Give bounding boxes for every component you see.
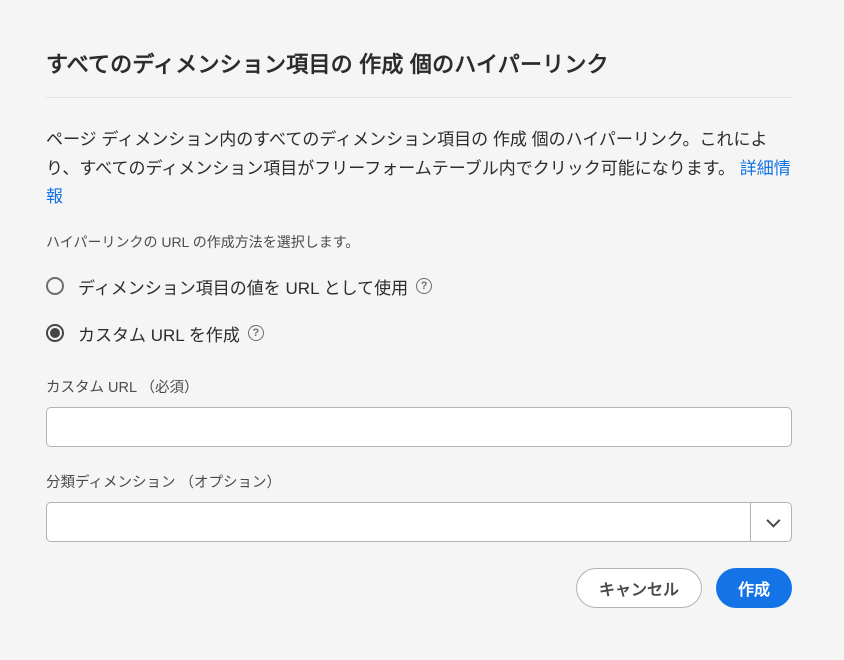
help-icon[interactable]: ?	[248, 325, 264, 341]
custom-url-label: カスタム URL （必須）	[46, 376, 792, 397]
breakdown-dimension-label: 分類ディメンション （オプション）	[46, 471, 792, 492]
url-method-radio-group: ディメンション項目の値を URL として使用 ? カスタム URL を作成 ?	[46, 274, 792, 346]
radio-use-value-as-url[interactable]: ディメンション項目の値を URL として使用 ?	[46, 274, 792, 299]
custom-url-field-block: カスタム URL （必須）	[46, 376, 792, 447]
breakdown-dimension-select[interactable]	[46, 502, 792, 542]
cancel-button[interactable]: キャンセル	[576, 568, 702, 608]
radio-selected-dot	[50, 328, 60, 338]
breakdown-dimension-input[interactable]	[46, 502, 792, 542]
radio-icon	[46, 324, 64, 342]
hyperlink-dialog: すべてのディメンション項目の 作成 個のハイパーリンク ページ ディメンション内…	[46, 47, 792, 566]
breakdown-dimension-field-block: 分類ディメンション （オプション）	[46, 471, 792, 542]
chevron-down-icon	[766, 513, 780, 527]
description-text: ページ ディメンション内のすべてのディメンション項目の 作成 個のハイパーリンク…	[46, 130, 768, 178]
radio-label: カスタム URL を作成	[78, 321, 240, 346]
radio-label: ディメンション項目の値を URL として使用	[78, 274, 408, 299]
divider	[46, 97, 792, 98]
help-icon[interactable]: ?	[416, 278, 432, 294]
custom-url-input[interactable]	[46, 407, 792, 447]
dialog-footer: キャンセル 作成	[46, 568, 792, 608]
create-button[interactable]: 作成	[716, 568, 792, 608]
radio-icon	[46, 277, 64, 295]
dialog-description: ページ ディメンション内のすべてのディメンション項目の 作成 個のハイパーリンク…	[46, 126, 792, 212]
dialog-title: すべてのディメンション項目の 作成 個のハイパーリンク	[46, 47, 792, 79]
radio-create-custom-url[interactable]: カスタム URL を作成 ?	[46, 321, 792, 346]
breakdown-dimension-dropdown-button[interactable]	[750, 502, 792, 542]
url-method-subheading: ハイパーリンクの URL の作成方法を選択します。	[46, 232, 792, 252]
